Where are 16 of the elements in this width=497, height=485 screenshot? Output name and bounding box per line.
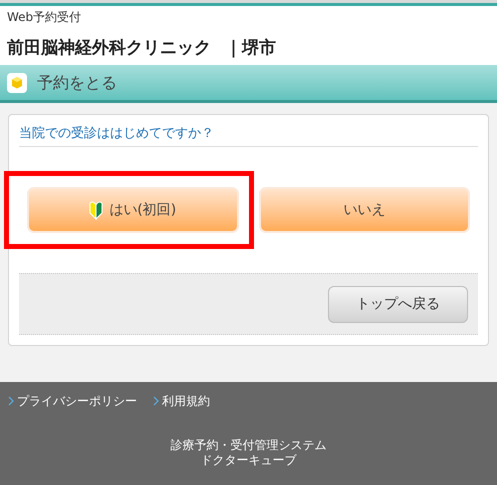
section-title: 予約をとる [37,72,117,94]
footer-link[interactable]: プライバシーポリシー [8,392,137,410]
footer-link[interactable]: 利用規約 [153,392,210,410]
clinic-name: 前田脳神経外科クリニック [7,37,211,59]
answer-button[interactable]: いいえ [258,187,470,233]
city-name: ｜堺市 [225,37,276,59]
chevron-icon [8,396,14,406]
system-name: 診療予約・受付管理システム [170,438,326,453]
chevron-icon [153,396,159,406]
beginner-mark-icon [89,200,104,220]
question-text: 当院での受診ははじめてですか？ [19,125,478,147]
cube-icon [7,72,27,92]
system-name: ドクターキューブ [200,453,296,468]
back-to-top-button[interactable]: トップへ戻る [328,286,468,322]
answer-button[interactable]: はい(初回) [27,187,238,233]
site-subtitle: Web予約受付 [7,9,82,25]
